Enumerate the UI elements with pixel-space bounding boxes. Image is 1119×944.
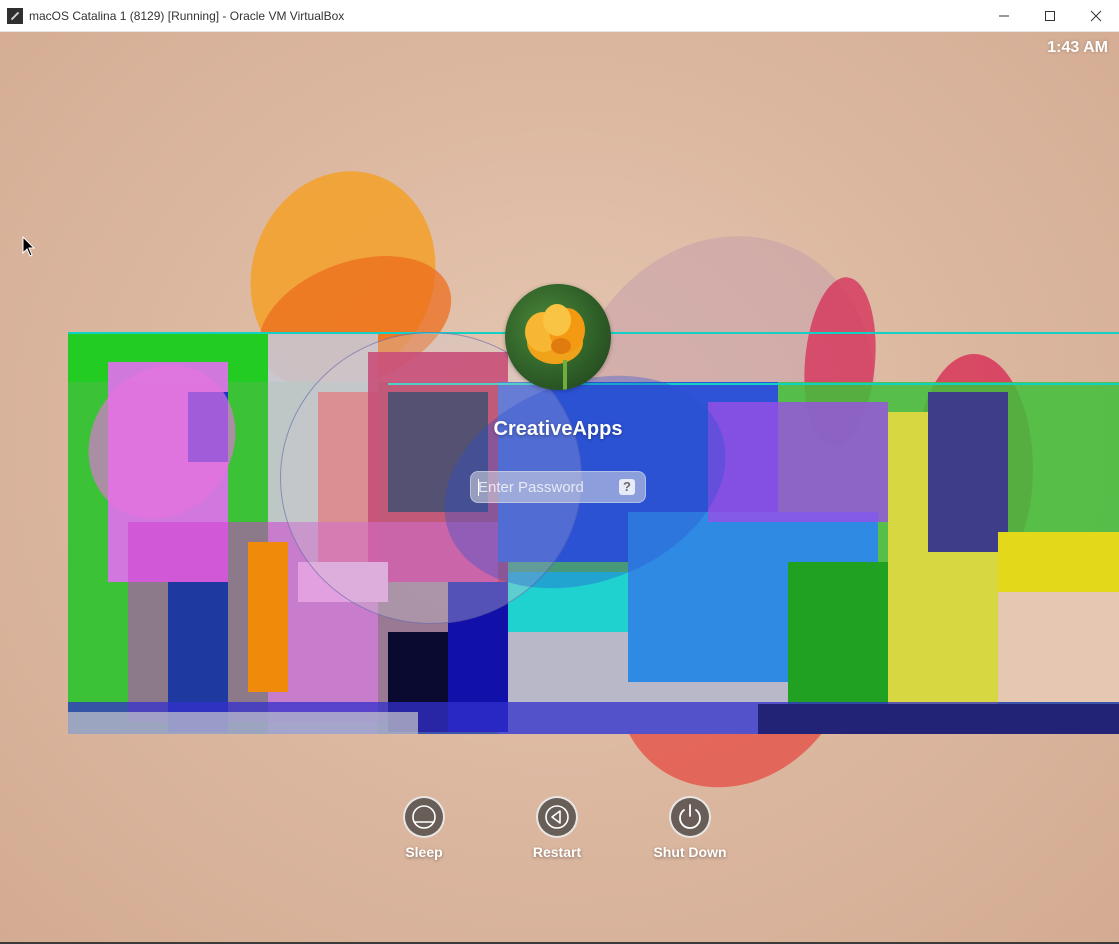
power-icon [669, 796, 711, 838]
window-controls [981, 0, 1119, 32]
user-avatar[interactable] [505, 284, 611, 390]
shut-down-button[interactable]: Shut Down [650, 796, 730, 860]
password-hint-button[interactable]: ? [619, 479, 635, 495]
menu-bar-clock: 1:43 AM [1047, 39, 1108, 56]
restart-icon [536, 796, 578, 838]
maximize-button[interactable] [1027, 0, 1073, 32]
window-title: macOS Catalina 1 (8129) [Running] - Orac… [29, 8, 345, 23]
close-button[interactable] [1073, 0, 1119, 32]
poppy-flower-avatar [525, 304, 585, 390]
sleep-button[interactable]: Sleep [384, 796, 464, 860]
shut-down-label: Shut Down [653, 844, 727, 860]
close-icon [1090, 10, 1102, 22]
window-titlebar: macOS Catalina 1 (8129) [Running] - Orac… [0, 0, 1119, 32]
password-input[interactable] [478, 472, 608, 502]
maximize-icon [1045, 11, 1055, 21]
minimize-icon [999, 15, 1009, 17]
virtualbox-icon [7, 7, 23, 24]
restart-button[interactable]: Restart [517, 796, 597, 860]
vm-display[interactable]: 1:43 AM CreativeApps ? Sleep Restart Shu… [0, 32, 1119, 942]
username-label: CreativeApps [493, 418, 623, 440]
minimize-button[interactable] [981, 0, 1027, 32]
mouse-pointer-icon [22, 236, 36, 257]
sleep-label: Sleep [405, 844, 443, 860]
restart-label: Restart [532, 844, 582, 860]
password-field[interactable]: ? [470, 471, 646, 503]
sleep-icon [403, 796, 445, 838]
text-caret [478, 479, 479, 496]
